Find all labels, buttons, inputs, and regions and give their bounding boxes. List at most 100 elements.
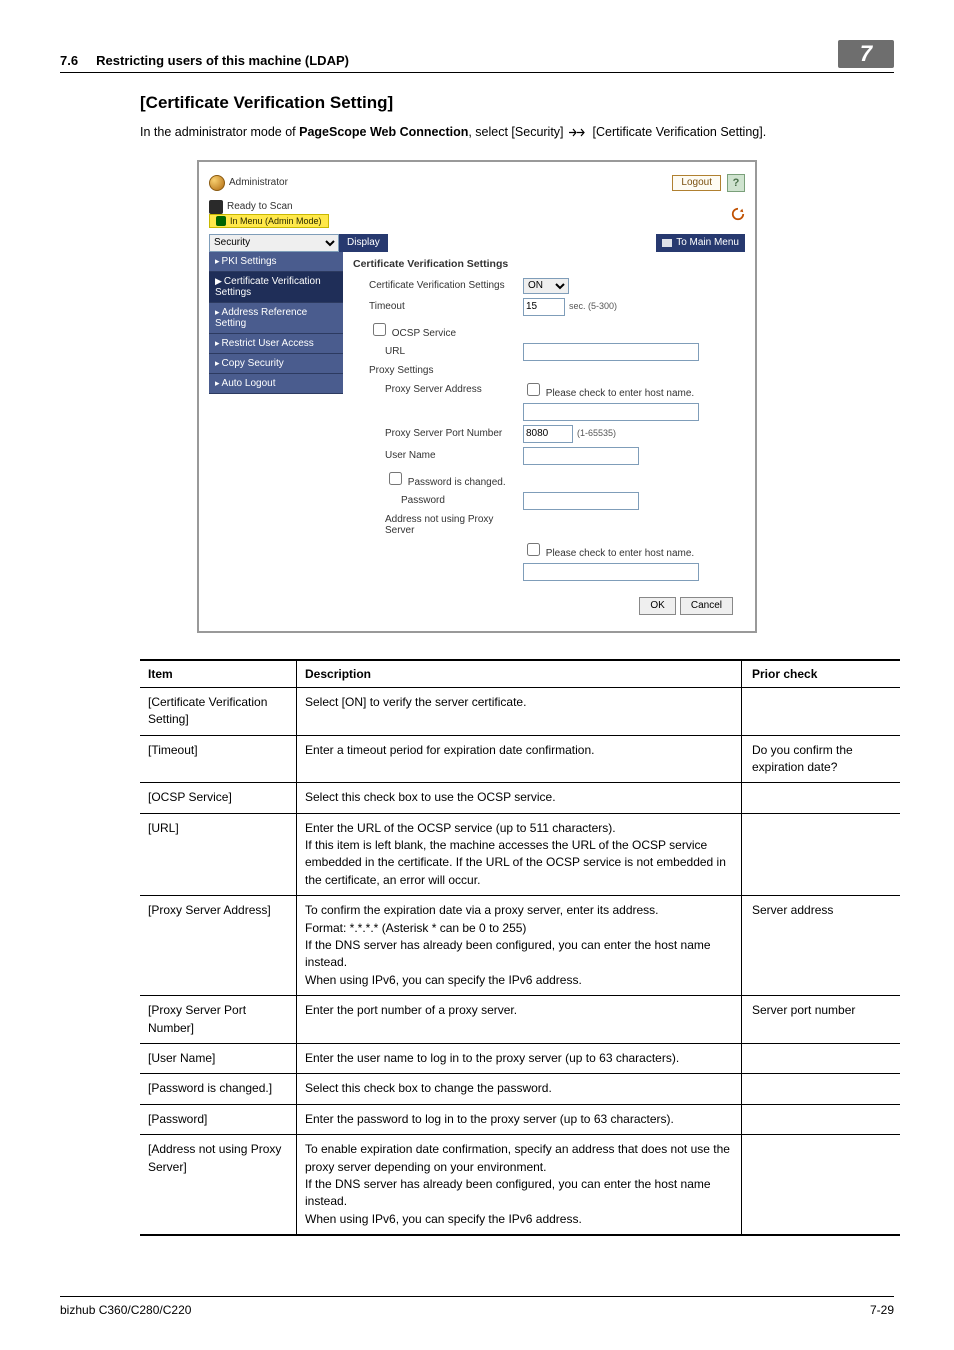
table-row: [Proxy Server Port Number]Enter the port… <box>140 996 900 1044</box>
category-select[interactable]: Security <box>209 234 339 252</box>
ok-button[interactable]: OK <box>639 597 675 615</box>
display-button[interactable]: Display <box>339 234 388 252</box>
proxy-heading: Proxy Settings <box>353 365 523 376</box>
sidebar-item-restrict[interactable]: ▸Restrict User Access <box>209 334 343 354</box>
cell-item: [Certificate Verification Setting] <box>140 687 297 735</box>
cell-item: [Proxy Server Port Number] <box>140 996 297 1044</box>
url-input[interactable] <box>523 343 699 361</box>
cell-prior <box>742 1044 901 1074</box>
cell-item: [Password is changed.] <box>140 1074 297 1104</box>
th-desc: Description <box>297 660 742 688</box>
proxy-addr-label: Proxy Server Address <box>353 384 523 395</box>
cell-desc: Select this check box to use the OCSP se… <box>297 783 742 813</box>
host-check1[interactable] <box>527 383 540 396</box>
printer-status-icon <box>209 200 223 214</box>
arrow-icon <box>569 128 587 137</box>
proxy-port-hint: (1-65535) <box>577 428 616 438</box>
page-title: [Certificate Verification Setting] <box>140 93 894 113</box>
sidebar-item-cert-verif[interactable]: ▶Certificate Verification Settings <box>209 272 343 303</box>
cvs-label: Certificate Verification Settings <box>353 280 523 291</box>
cell-prior <box>742 813 901 896</box>
description-table: Item Description Prior check [Certificat… <box>140 659 900 1236</box>
cell-prior <box>742 783 901 813</box>
pwd-input[interactable] <box>523 492 639 510</box>
host-check2[interactable] <box>527 543 540 556</box>
addr-not-input[interactable] <box>523 563 699 581</box>
table-row: [User Name]Enter the user name to log in… <box>140 1044 900 1074</box>
cell-prior <box>742 1104 901 1134</box>
cell-prior: Server port number <box>742 996 901 1044</box>
proxy-port-input[interactable] <box>523 425 573 443</box>
cell-desc: Enter the user name to log in to the pro… <box>297 1044 742 1074</box>
cancel-button[interactable]: Cancel <box>680 597 733 615</box>
proxy-addr-input[interactable] <box>523 403 699 421</box>
cvs-select[interactable]: ON <box>523 278 569 294</box>
user-name-input[interactable] <box>523 447 639 465</box>
cell-item: [User Name] <box>140 1044 297 1074</box>
sidebar-item-addr-ref[interactable]: ▸Address Reference Setting <box>209 303 343 334</box>
footer-right: 7-29 <box>870 1303 894 1317</box>
cell-desc: To confirm the expiration date via a pro… <box>297 896 742 996</box>
to-main-menu-button[interactable]: To Main Menu <box>656 234 745 252</box>
pwd-changed-checkbox[interactable] <box>389 472 402 485</box>
cell-desc: Enter a timeout period for expiration da… <box>297 735 742 783</box>
cell-desc: Enter the port number of a proxy server. <box>297 996 742 1044</box>
user-name-label: User Name <box>353 450 523 461</box>
admin-avatar-icon <box>209 175 225 191</box>
cell-prior <box>742 687 901 735</box>
logout-button[interactable]: Logout <box>672 175 721 191</box>
pwd-label: Password <box>353 495 523 506</box>
screenshot-panel: Administrator Logout ? Ready to Scan In … <box>197 160 757 633</box>
addr-not-label: Address not using Proxy Server <box>353 514 523 536</box>
sidebar-item-auto-logout[interactable]: ▸Auto Logout <box>209 374 343 394</box>
footer-left: bizhub C360/C280/C220 <box>60 1303 191 1317</box>
main-menu-icon <box>662 239 672 247</box>
timeout-hint: sec. (5-300) <box>569 301 617 311</box>
table-row: [URL]Enter the URL of the OCSP service (… <box>140 813 900 896</box>
table-row: [Password is changed.]Select this check … <box>140 1074 900 1104</box>
cell-item: [Password] <box>140 1104 297 1134</box>
table-row: [Proxy Server Address]To confirm the exp… <box>140 896 900 996</box>
section-title-text: Restricting users of this machine (LDAP) <box>96 53 349 68</box>
help-icon[interactable]: ? <box>727 174 745 192</box>
cell-desc: Enter the password to log in to the prox… <box>297 1104 742 1134</box>
refresh-icon[interactable] <box>731 207 745 221</box>
timeout-input[interactable] <box>523 298 565 316</box>
page-header: 7.6 Restricting users of this machine (L… <box>60 40 894 73</box>
cell-item: [Address not using Proxy Server] <box>140 1135 297 1235</box>
url-label: URL <box>353 346 523 357</box>
table-row: [Timeout]Enter a timeout period for expi… <box>140 735 900 783</box>
th-item: Item <box>140 660 297 688</box>
timeout-label: Timeout <box>353 301 523 312</box>
table-row: [Password]Enter the password to log in t… <box>140 1104 900 1134</box>
host-check2-label: Please check to enter host name. <box>546 548 694 559</box>
intro-paragraph: In the administrator mode of PageScope W… <box>140 123 894 142</box>
ocsp-checkbox[interactable] <box>373 323 386 336</box>
chapter-tab: 7 <box>838 40 894 68</box>
content-heading: Certificate Verification Settings <box>353 258 739 270</box>
sidebar-nav: ▸PKI Settings ▶Certificate Verification … <box>209 252 343 621</box>
ready-label: Ready to Scan <box>227 201 293 212</box>
sidebar-item-pki[interactable]: ▸PKI Settings <box>209 252 343 272</box>
table-row: [Address not using Proxy Server]To enabl… <box>140 1135 900 1235</box>
admin-label: Administrator <box>229 177 288 188</box>
cell-prior: Do you confirm the expiration date? <box>742 735 901 783</box>
cell-desc: Enter the URL of the OCSP service (up to… <box>297 813 742 896</box>
host-check1-label: Please check to enter host name. <box>546 388 694 399</box>
sidebar-item-copy-sec[interactable]: ▸Copy Security <box>209 354 343 374</box>
proxy-port-label: Proxy Server Port Number <box>353 428 523 439</box>
cell-item: [OCSP Service] <box>140 783 297 813</box>
header-left: 7.6 Restricting users of this machine (L… <box>60 53 349 68</box>
pwd-changed-label: Password is changed. <box>408 477 506 488</box>
cell-prior <box>742 1135 901 1235</box>
ocsp-checkbox-row: OCSP Service <box>353 320 523 339</box>
cell-desc: Select this check box to change the pass… <box>297 1074 742 1104</box>
cell-item: [Timeout] <box>140 735 297 783</box>
section-number: 7.6 <box>60 53 78 68</box>
mode-status-bar: In Menu (Admin Mode) <box>209 214 329 228</box>
cell-item: [Proxy Server Address] <box>140 896 297 996</box>
page-footer: bizhub C360/C280/C220 7-29 <box>60 1296 894 1317</box>
cell-desc: To enable expiration date confirmation, … <box>297 1135 742 1235</box>
cell-prior <box>742 1074 901 1104</box>
content-pane: Certificate Verification Settings Certif… <box>343 252 745 621</box>
